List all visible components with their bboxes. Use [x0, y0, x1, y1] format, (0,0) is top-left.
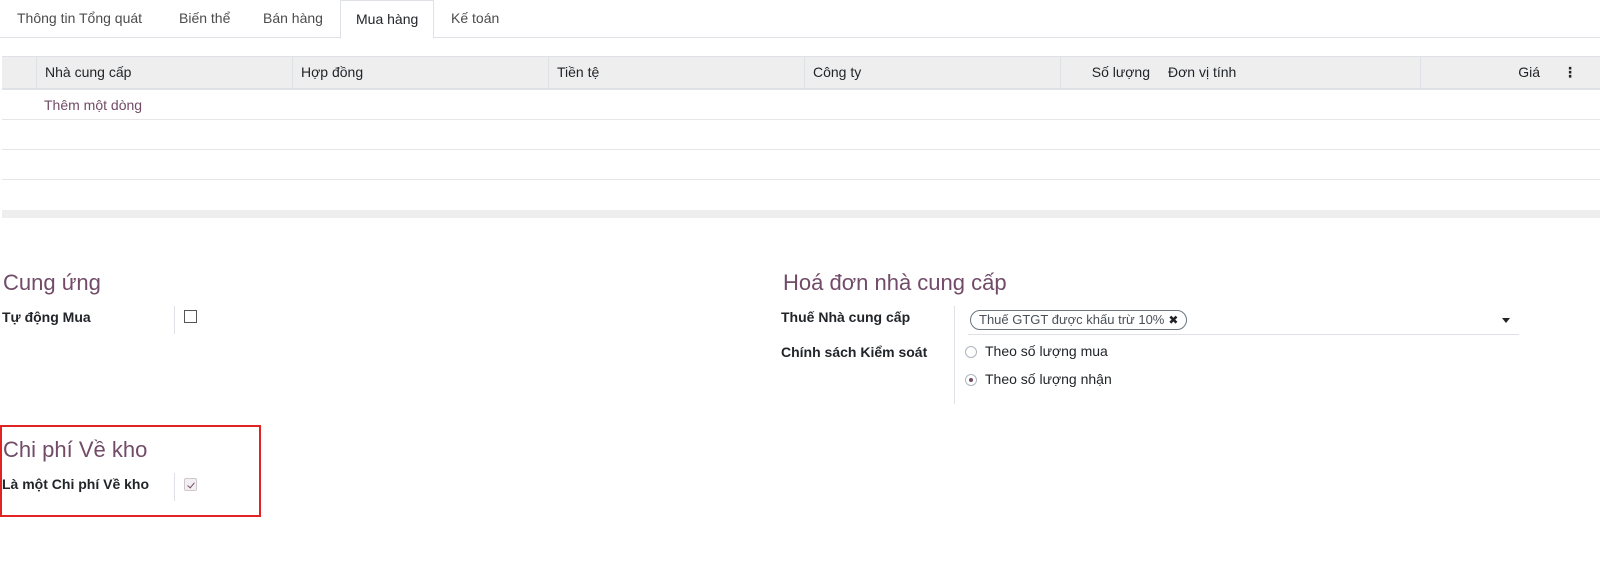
add-line-link[interactable]: Thêm một dòng [44, 90, 142, 120]
column-header-quantity[interactable]: Số lượng [1060, 57, 1160, 89]
control-policy-label: Chính sách Kiểm soát [781, 344, 928, 360]
radio-label-ordered-quantities[interactable]: Theo số lượng mua [985, 343, 1108, 359]
field-separator [174, 306, 175, 334]
procurement-section-title: Cung ứng [3, 270, 101, 295]
auto-buy-checkbox[interactable] [184, 310, 197, 323]
tab-variants[interactable]: Biến thể [164, 0, 245, 38]
landed-cost-label: Là một Chi phí Về kho [2, 476, 150, 492]
notebook-tabs: Thông tin Tổng quát Biến thể Bán hàng Mu… [0, 0, 1600, 39]
tax-tag-label: Thuế GTGT được khấu trừ 10% [979, 312, 1165, 327]
field-separator [954, 306, 955, 404]
table-footer [2, 210, 1600, 218]
optional-columns-icon[interactable]: ⋮ [1550, 57, 1590, 89]
table-header: Nhà cung cấp Hợp đồng Tiền tệ Công ty Số… [2, 56, 1600, 90]
table-row [2, 120, 1600, 150]
column-header-uom[interactable]: Đơn vị tính [1160, 57, 1420, 89]
row-handle-header [2, 57, 36, 89]
remove-tag-icon[interactable]: ✖ [1168, 313, 1178, 327]
vendor-bills-section-title: Hoá đơn nhà cung cấp [783, 270, 1007, 295]
tax-tag: Thuế GTGT được khấu trừ 10% ✖ [970, 310, 1188, 330]
vendor-taxes-label: Thuế Nhà cung cấp [781, 309, 911, 325]
add-line-row: Thêm một dòng [2, 90, 1600, 120]
radio-label-received-quantities[interactable]: Theo số lượng nhận [985, 371, 1112, 387]
dropdown-caret-icon[interactable] [1502, 318, 1510, 323]
column-header-company[interactable]: Công ty [804, 57, 1060, 89]
column-header-contract[interactable]: Hợp đồng [292, 57, 548, 89]
column-header-price[interactable]: Giá [1420, 57, 1550, 89]
tab-purchase[interactable]: Mua hàng [340, 0, 435, 39]
auto-buy-label: Tự động Mua [2, 309, 91, 325]
radio-ordered-quantities[interactable] [965, 346, 977, 358]
tab-general-information[interactable]: Thông tin Tổng quát [2, 0, 157, 38]
vendor-pricelist-table: Nhà cung cấp Hợp đồng Tiền tệ Công ty Số… [2, 56, 1600, 218]
radio-received-quantities[interactable] [965, 374, 977, 386]
column-header-currency[interactable]: Tiền tệ [548, 57, 804, 89]
field-separator [174, 473, 175, 501]
tab-accounting[interactable]: Kế toán [436, 0, 514, 38]
column-header-vendor[interactable]: Nhà cung cấp [36, 57, 292, 89]
table-row [2, 180, 1600, 210]
tab-sales[interactable]: Bán hàng [248, 0, 338, 38]
table-row [2, 150, 1600, 180]
landed-cost-checkbox[interactable] [184, 478, 197, 491]
vendor-taxes-input-underline[interactable] [968, 334, 1519, 335]
landed-cost-section-title: Chi phí Về kho [3, 437, 148, 462]
